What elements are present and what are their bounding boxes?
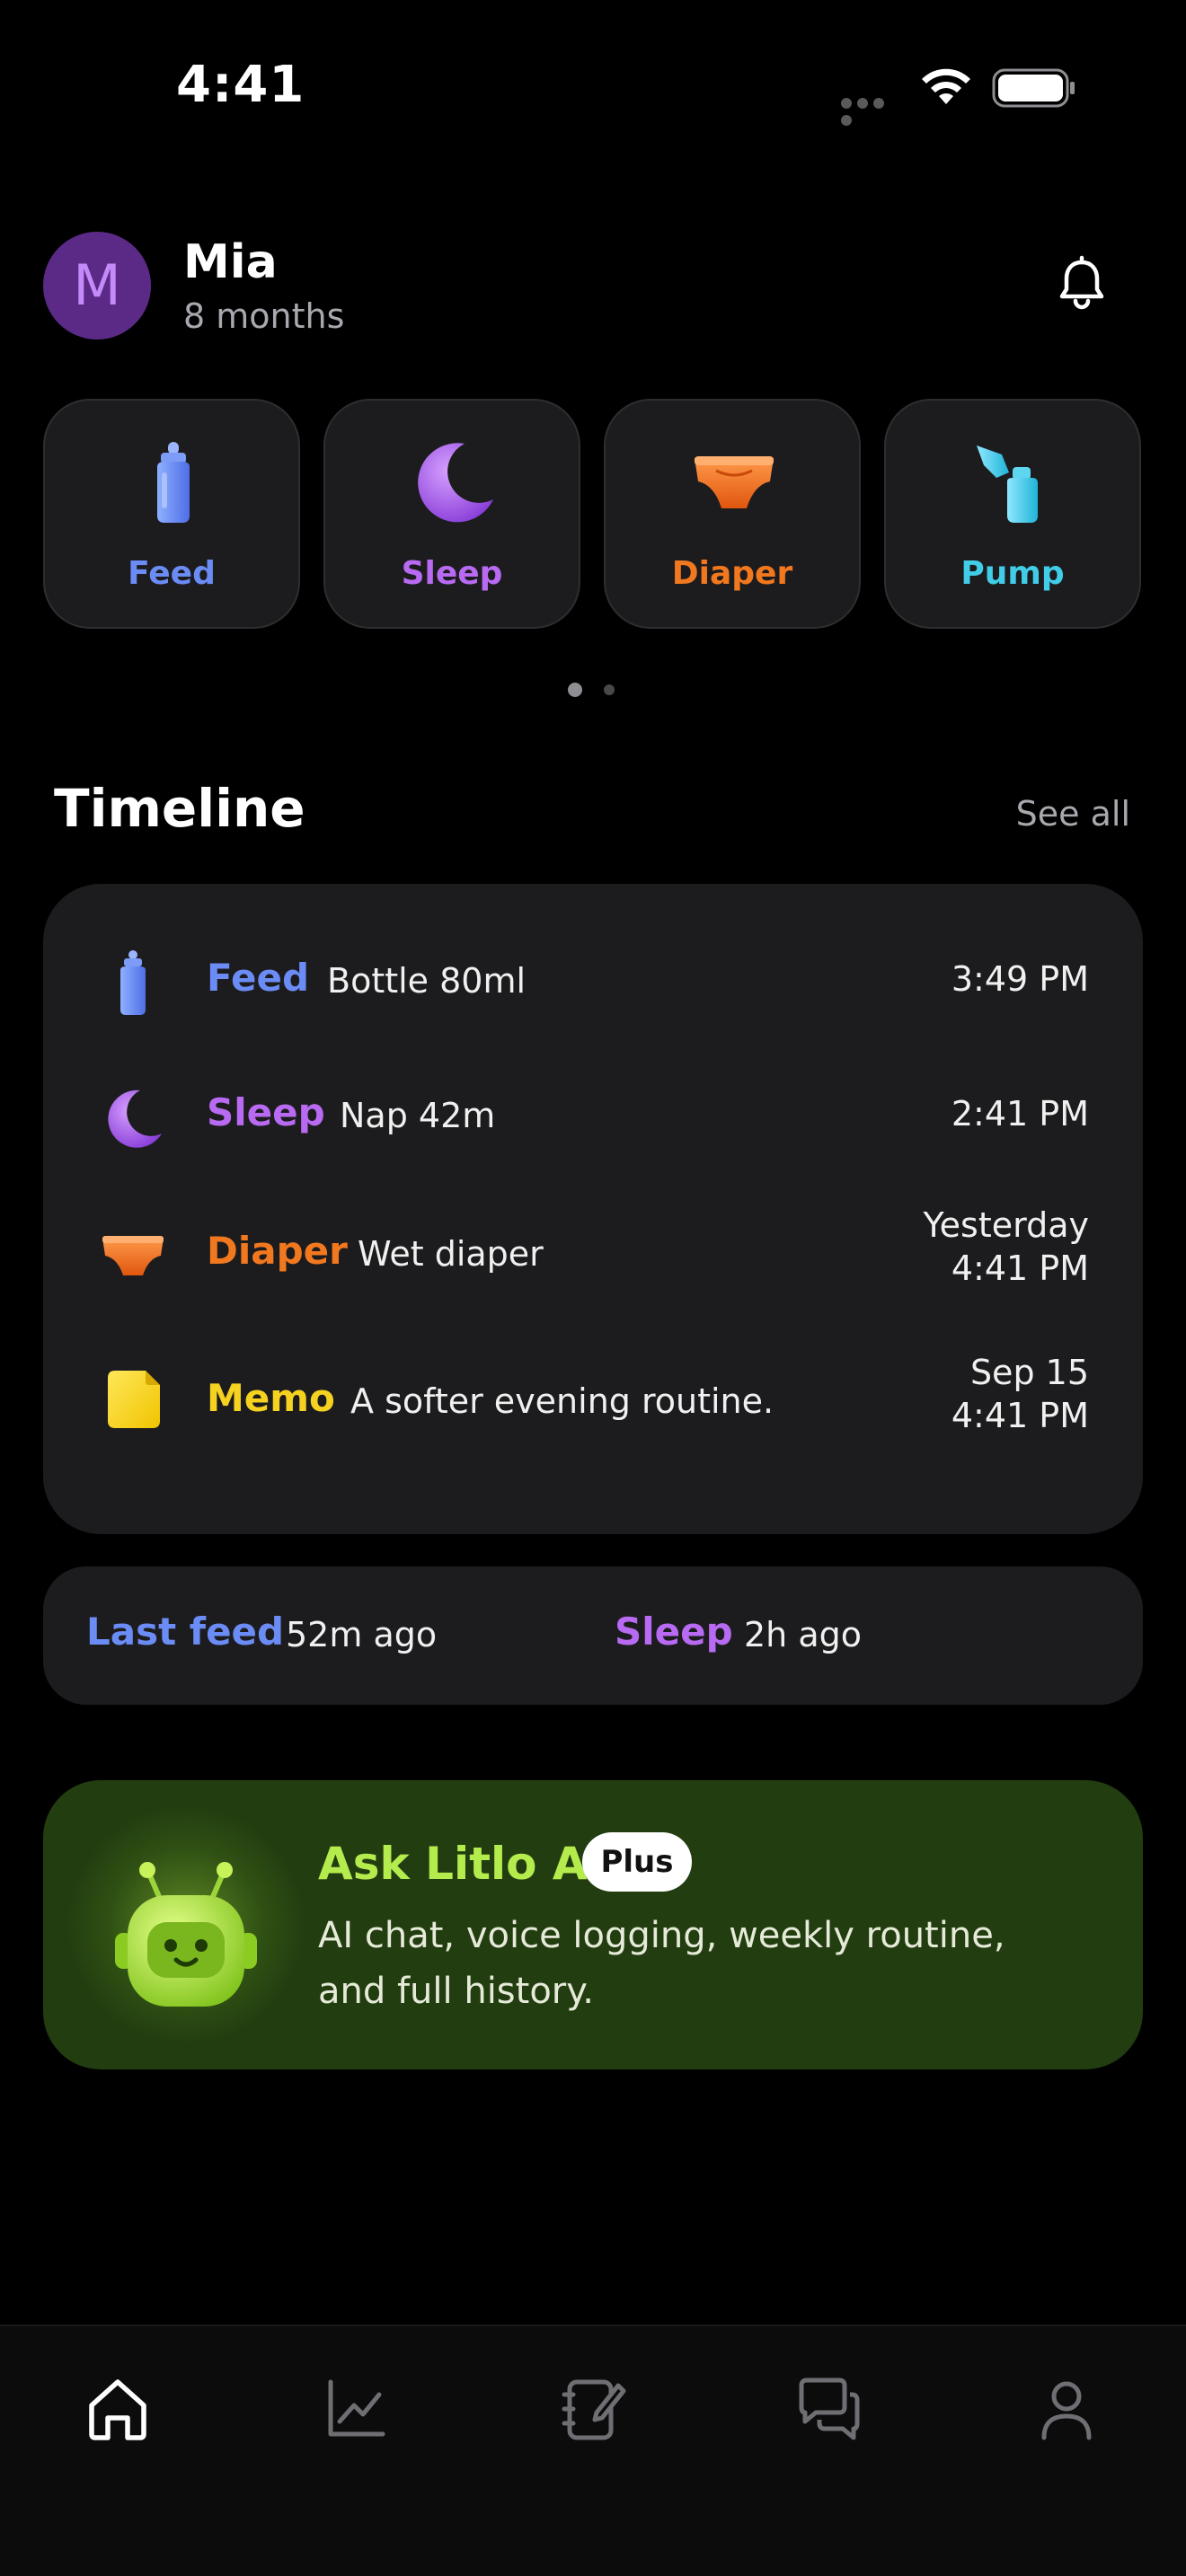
timeline-entry-time: Sep 15 4:41 PM <box>951 1351 1089 1437</box>
timeline-entry-time: 3:49 PM <box>951 957 1089 1001</box>
timeline-card: Feed Bottle 80ml 3:49 PM Sleep Nap 42m 2… <box>43 884 1143 1534</box>
home-icon <box>89 2379 146 2440</box>
quick-action-diaper[interactable]: Diaper <box>604 399 861 629</box>
timeline-entry-type: Diaper <box>207 1229 348 1273</box>
timeline-entry-time: Yesterday 4:41 PM <box>924 1204 1089 1290</box>
timeline-time-line1: 3:49 PM <box>951 959 1089 999</box>
timeline-entry-detail: Bottle 80ml <box>327 961 527 1001</box>
timeline-entry-detail: Wet diaper <box>358 1234 544 1274</box>
quick-action-feed[interactable]: Feed <box>43 399 300 629</box>
last-sleep-label: Sleep <box>615 1610 733 1654</box>
quick-action-label: Feed <box>128 555 216 592</box>
last-feed-value: 52m ago <box>286 1615 438 1654</box>
timeline-time-line2: 4:41 PM <box>951 1248 1089 1288</box>
timeline-entry-feed[interactable]: Feed Bottle 80ml 3:49 PM <box>43 934 1143 1033</box>
ask-ai-card[interactable]: Ask Litlo AI Plus AI chat, voice logging… <box>43 1780 1143 2069</box>
timeline-entry-memo[interactable]: Memo A softer evening routine. Sep 15 4:… <box>43 1351 1143 1450</box>
page-dot-active <box>568 683 582 697</box>
page-indicator[interactable] <box>568 681 622 699</box>
ask-ai-description: AI chat, voice logging, weekly routine, … <box>318 1915 1005 2012</box>
timeline-entry-detail: Nap 42m <box>340 1096 496 1135</box>
last-sleep-value: 2h ago <box>744 1615 862 1654</box>
timeline-entry-time: 2:41 PM <box>951 1092 1089 1135</box>
quick-actions: Feed Sleep Diaper Pump <box>43 399 1143 629</box>
cellular-signal-icon <box>841 95 900 126</box>
quick-action-sleep[interactable]: Sleep <box>323 399 580 629</box>
quick-action-label: Pump <box>960 555 1065 592</box>
diaper-icon <box>695 456 774 508</box>
timeline-title: Timeline <box>54 778 305 839</box>
timeline-time-line1: Sep 15 <box>969 1353 1089 1392</box>
summary-card: Last feed 52m ago Sleep 2h ago <box>43 1566 1143 1705</box>
timeline-entry-type: Sleep <box>207 1090 325 1134</box>
tab-bar <box>0 2325 1186 2576</box>
quick-action-pump[interactable]: Pump <box>884 399 1141 629</box>
status-bar: 4:41 <box>0 0 1186 171</box>
moon-icon <box>418 443 493 523</box>
quick-action-label: Diaper <box>671 555 793 592</box>
see-all-link[interactable]: See all <box>1016 794 1130 834</box>
timeline-time-line1: 2:41 PM <box>951 1094 1089 1134</box>
chart-icon <box>328 2379 385 2437</box>
journal-icon <box>562 2379 626 2440</box>
ask-ai-title: Ask Litlo AI <box>318 1838 605 1890</box>
tab-stats[interactable] <box>314 2368 395 2448</box>
profile-icon <box>1041 2381 1092 2440</box>
timeline-entry-detail: A softer evening routine. <box>350 1381 774 1421</box>
child-name[interactable]: Mia <box>183 235 278 289</box>
tab-chat[interactable] <box>789 2368 870 2448</box>
wifi-icon <box>922 68 970 104</box>
timeline-entry-type: Feed <box>207 956 310 1000</box>
bell-icon[interactable] <box>1055 255 1109 311</box>
last-feed-label: Last feed <box>86 1610 285 1654</box>
timeline-entry-diaper[interactable]: Diaper Wet diaper Yesterday 4:41 PM <box>43 1204 1143 1302</box>
chat-icon <box>799 2378 860 2440</box>
timeline-entry-type: Memo <box>207 1376 335 1420</box>
breast-pump-icon <box>977 446 1038 523</box>
memo-note-icon <box>108 1371 160 1428</box>
baby-bottle-icon <box>157 442 190 523</box>
profile-header: M Mia 8 months <box>43 230 1143 341</box>
avatar[interactable]: M <box>43 232 151 340</box>
robot-icon <box>115 1862 257 2007</box>
child-age: 8 months <box>183 296 345 336</box>
status-time: 4:41 <box>176 56 305 114</box>
diaper-icon <box>102 1236 164 1275</box>
page-dot <box>604 684 615 695</box>
timeline-time-line1: Yesterday <box>923 1205 1089 1245</box>
timeline-time-line2: 4:41 PM <box>951 1396 1089 1435</box>
timeline-entry-sleep[interactable]: Sleep Nap 42m 2:41 PM <box>43 1069 1143 1168</box>
quick-action-label: Sleep <box>401 555 503 592</box>
tab-profile[interactable] <box>1026 2368 1107 2448</box>
plus-badge: Plus <box>582 1832 692 1892</box>
battery-icon <box>992 68 1075 108</box>
tab-home[interactable] <box>77 2368 158 2448</box>
moon-icon <box>108 1090 162 1148</box>
tab-journal[interactable] <box>552 2368 633 2448</box>
baby-bottle-icon <box>120 950 146 1015</box>
